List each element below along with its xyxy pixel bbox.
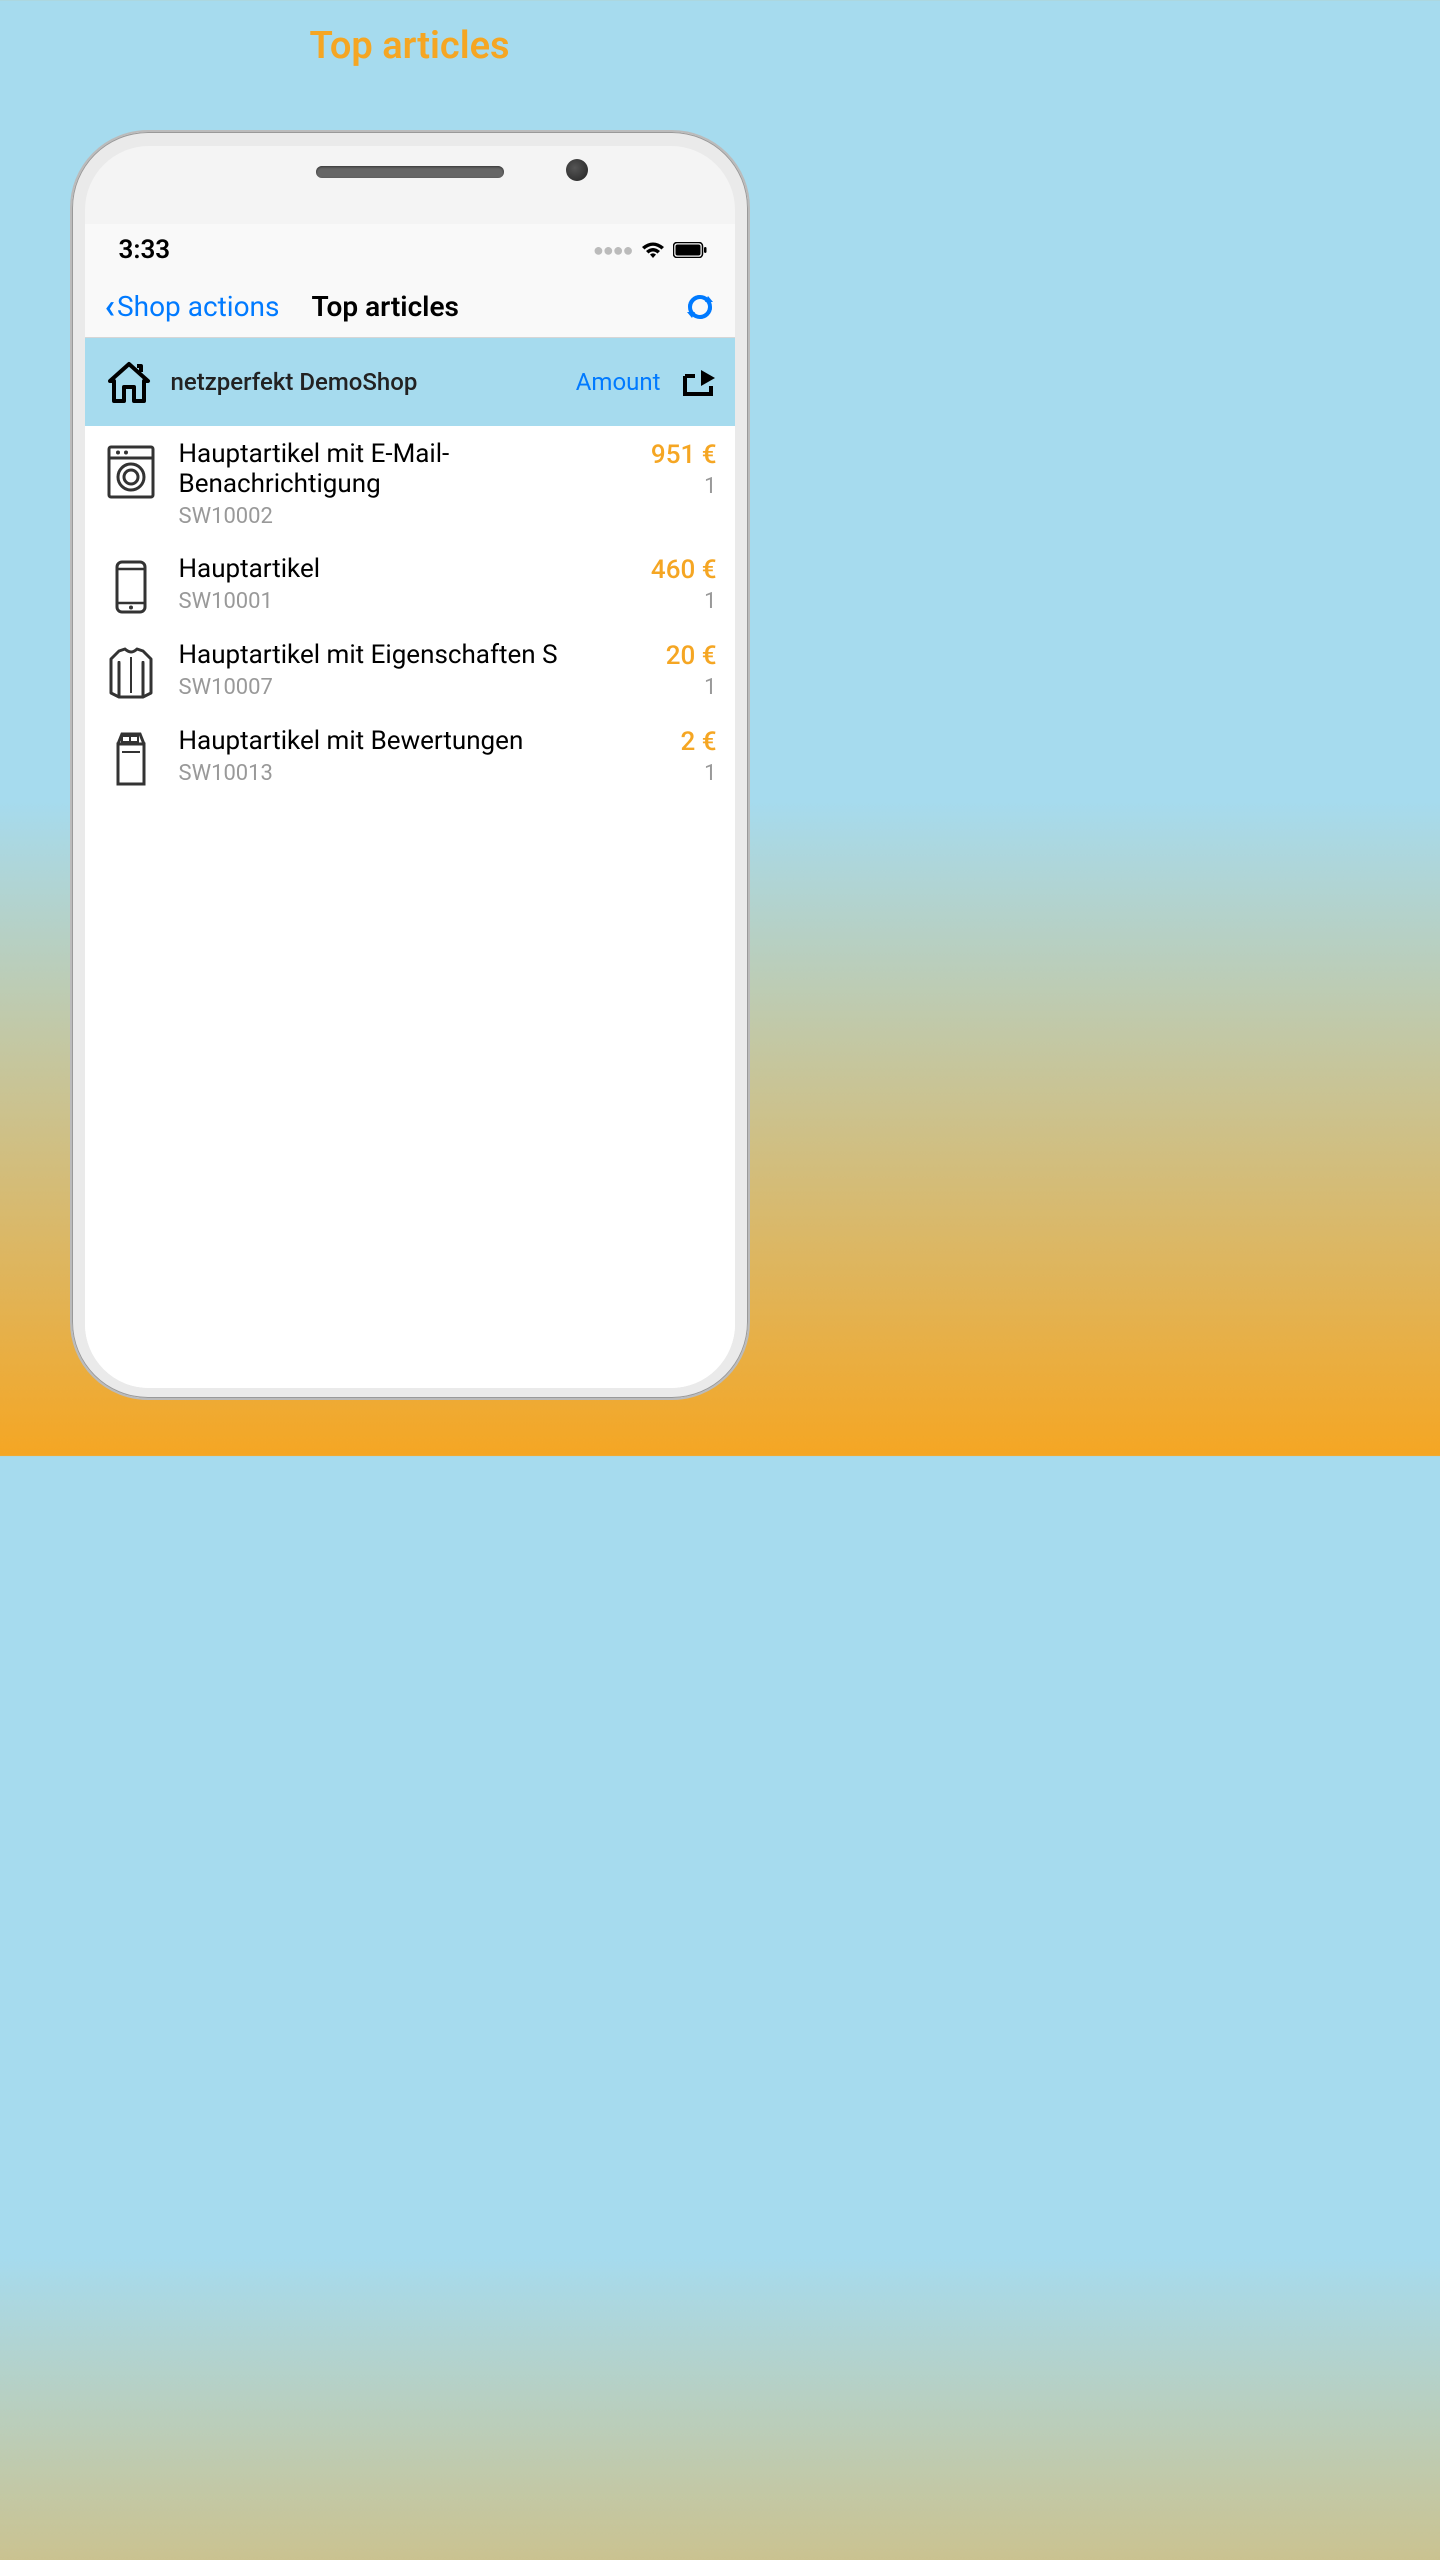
amount-sort-button[interactable]: Amount (576, 368, 661, 396)
phone-icon (103, 559, 159, 615)
nav-title: Top articles (311, 290, 458, 323)
article-list: Hauptartikel mit E-Mail-Benachrichtigung… (85, 426, 735, 1388)
shirt-icon (103, 645, 159, 701)
chocolate-icon (103, 731, 159, 787)
phone-inner: 3:33 ●●●● ‹ Shop actions (85, 146, 735, 1388)
washer-icon (103, 444, 159, 500)
phone-camera (566, 159, 588, 181)
nav-bar: ‹ Shop actions Top articles (85, 276, 735, 338)
refresh-button[interactable] (685, 292, 715, 322)
list-item[interactable]: Hauptartikel mit E-Mail-Benachrichtigung… (85, 426, 735, 541)
item-sku: SW10013 (179, 761, 669, 786)
signal-dots-icon: ●●●● (593, 240, 633, 261)
share-button[interactable] (681, 366, 717, 398)
list-item[interactable]: Hauptartikel mit Bewertungen SW10013 2 €… (85, 713, 735, 799)
phone-speaker (316, 166, 504, 178)
status-bar: 3:33 ●●●● (85, 224, 735, 276)
item-price: 2 € (680, 727, 716, 757)
list-item[interactable]: Hauptartikel SW10001 460 € 1 (85, 541, 735, 627)
item-title: Hauptartikel mit Bewertungen (179, 727, 669, 757)
item-qty: 1 (704, 675, 716, 700)
wifi-icon (641, 241, 665, 259)
status-icons: ●●●● (593, 240, 707, 261)
item-price: 20 € (666, 641, 717, 671)
back-button[interactable]: ‹ Shop actions (105, 287, 280, 327)
battery-icon (673, 242, 707, 258)
item-price: 460 € (651, 555, 717, 585)
item-title: Hauptartikel (179, 555, 639, 585)
item-sku: SW10007 (179, 675, 654, 700)
item-sku: SW10001 (179, 589, 639, 614)
back-label: Shop actions (117, 290, 279, 323)
subheader: netzperfekt DemoShop Amount (85, 338, 735, 426)
item-title: Hauptartikel mit E-Mail-Benachrichtigung (179, 440, 639, 500)
list-item[interactable]: Hauptartikel mit Eigenschaften S SW10007… (85, 627, 735, 713)
item-sku: SW10002 (179, 504, 639, 529)
item-qty: 1 (704, 589, 716, 614)
screen: 3:33 ●●●● ‹ Shop actions (85, 224, 735, 1388)
home-icon (103, 357, 155, 407)
item-price: 951 € (651, 440, 717, 470)
item-title: Hauptartikel mit Eigenschaften S (179, 641, 654, 671)
phone-frame: 3:33 ●●●● ‹ Shop actions (70, 130, 750, 1400)
item-qty: 1 (704, 761, 716, 786)
status-time: 3:33 (119, 235, 171, 265)
shop-name: netzperfekt DemoShop (171, 368, 418, 396)
chevron-left-icon: ‹ (105, 287, 116, 327)
page-title: Top articles (309, 24, 509, 68)
item-qty: 1 (704, 474, 716, 499)
